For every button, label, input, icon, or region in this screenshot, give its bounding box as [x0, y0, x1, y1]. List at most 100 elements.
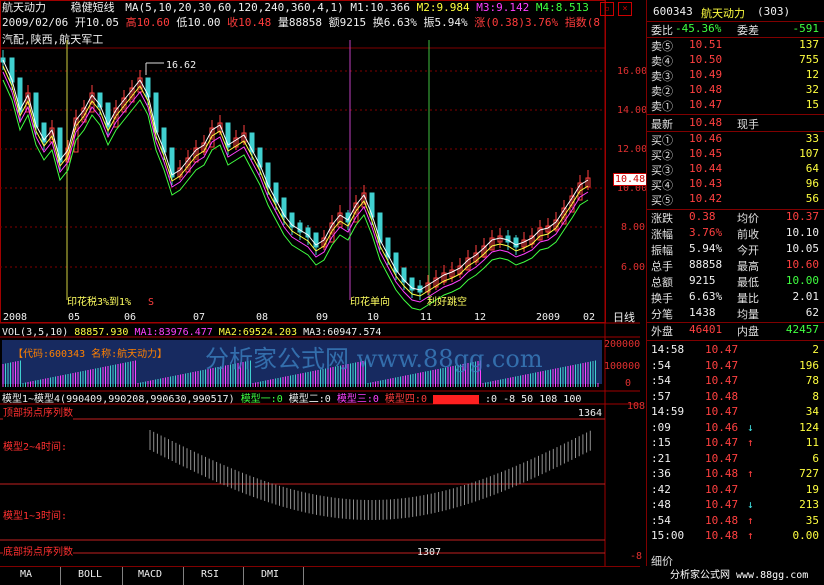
order-volume: 32 [805, 83, 819, 96]
model-title: 模型1~模型4(990409,990208,990630,990517) [2, 394, 235, 405]
tick-time: :36 [651, 467, 671, 480]
stat-label: 振幅 [651, 244, 673, 257]
latest-value: 10.48 [689, 116, 723, 129]
model-red-bar [433, 394, 479, 404]
quote-title-row: 600343 航天动力 (303) [649, 5, 823, 20]
bid-row[interactable]: 买① 10.46 33 [649, 132, 823, 147]
tick-volume: 727 [799, 467, 819, 480]
weicha-label: 委差 [737, 24, 759, 37]
candle-body [377, 212, 383, 243]
tick-price: 10.48 [705, 513, 739, 527]
price-y-label: 14.00 [617, 105, 648, 116]
vol-y-label: 100000 [604, 361, 641, 372]
order-volume: 56 [805, 192, 819, 205]
x-axis-label: 05 [68, 312, 81, 323]
x-axis-label: 08 [256, 312, 269, 323]
model-two: 模型二:0 [288, 394, 331, 405]
stat-label: 最高 [737, 260, 759, 273]
ask-row[interactable]: 卖④ 10.50 755 [649, 53, 823, 68]
chart-canvas[interactable] [0, 0, 640, 566]
tab-divider [243, 567, 244, 585]
inner-value: 42457 [785, 323, 819, 336]
order-label: 卖⑤ [651, 40, 673, 53]
bid-row[interactable]: 买② 10.45 107 [649, 147, 823, 162]
volume-value: 量88858 [277, 16, 322, 29]
tab-dmi[interactable]: DMI [250, 569, 290, 583]
candle-body [369, 192, 375, 218]
order-price: 10.51 [689, 38, 723, 51]
tab-boll[interactable]: BOLL [70, 569, 110, 583]
order-label: 卖② [651, 85, 673, 98]
turnover-value: 换6.63% [372, 16, 417, 29]
tick-price: 10.47 [705, 343, 739, 356]
divider [647, 114, 824, 115]
vol-title: VOL(3,5,10) [2, 327, 69, 338]
x-axis-label: 02 [583, 312, 596, 323]
ma-params: MA(5,10,20,30,60,120,240,360,4,1) [125, 1, 344, 14]
ask-row[interactable]: 卖⑤ 10.51 137 [649, 38, 823, 53]
stat-value: 9215 [689, 274, 716, 287]
brand-footer: 分析家公式网 www.88gg.com [646, 566, 824, 584]
order-label: 买② [651, 149, 673, 162]
stats-row: 分笔 1438 均量 62 [649, 306, 823, 321]
tab-rsi[interactable]: RSI [190, 569, 230, 583]
period-label[interactable]: 日线 [613, 311, 635, 324]
price-y-label: 8.00 [621, 222, 646, 233]
stat-label: 换手 [651, 292, 673, 305]
x-axis-label: 2008 [3, 312, 28, 323]
stat-value: 10.10 [785, 226, 819, 239]
chart-area[interactable]: 航天动力 稳健短线 MA(5,10,20,30,60,120,240,360,4… [0, 0, 648, 566]
bid-row[interactable]: 买③ 10.44 64 [649, 162, 823, 177]
model-value-top: 1364 [578, 408, 603, 419]
vol-ma1: MA1:83976.477 [134, 327, 213, 338]
order-volume: 15 [805, 98, 819, 111]
tick-row: :09 10.46 ↓ 124 [649, 421, 823, 436]
bid-row[interactable]: 买④ 10.43 96 [649, 177, 823, 192]
stat-value: 6.63% [689, 290, 723, 303]
tab-divider [183, 567, 184, 585]
tick-price: 10.47 [705, 451, 739, 465]
chart-grid [0, 0, 640, 566]
order-volume: 755 [799, 53, 819, 66]
model-label-2-4: 模型2~4时间: [3, 441, 68, 454]
tick-time: 14:58 [651, 343, 685, 356]
high-value: 高10.60 [125, 16, 170, 29]
indicator-name[interactable]: 稳健短线 [71, 1, 115, 14]
stock-name: 航天动力 [2, 1, 46, 14]
order-label: 买④ [651, 179, 673, 192]
tab-macd[interactable]: MACD [130, 569, 170, 583]
stats-row: 换手 6.63% 量比 2.01 [649, 290, 823, 305]
stat-value: 10.05 [785, 242, 819, 255]
close-value: 收10.48 [227, 16, 272, 29]
ask-row[interactable]: 卖② 10.48 32 [649, 83, 823, 98]
close-icon[interactable]: × [618, 2, 632, 16]
bid-row[interactable]: 买⑤ 10.42 56 [649, 192, 823, 207]
tick-arrow: ↑ [747, 529, 754, 542]
m1-value: M1:10.366 [350, 1, 411, 14]
x-axis-label: 06 [124, 312, 137, 323]
annotation-stamp-tax: 印花税3%到1% [67, 297, 132, 308]
model-one: 模型一:0 [240, 394, 283, 405]
stat-value: 10.60 [785, 258, 819, 271]
stats-row: 总额 9215 最低 10.00 [649, 274, 823, 289]
order-price: 10.44 [689, 162, 723, 175]
price-y-label: 12.00 [617, 144, 648, 155]
tick-time: :54 [651, 513, 671, 527]
m3-value: M3:9.142 [476, 1, 530, 14]
weibi-row: 委比 -45.36% 委差 -591 [649, 22, 823, 37]
expand-icon[interactable]: ▫ [600, 2, 614, 16]
tab-divider [60, 567, 61, 585]
indicator-tab-bar: MA BOLL MACD RSI DMI [0, 566, 640, 585]
ask-row[interactable]: 卖① 10.47 15 [649, 98, 823, 113]
tick-volume: 8 [812, 389, 819, 403]
stat-label: 涨幅 [651, 228, 673, 241]
tick-price: 10.48 [705, 529, 739, 542]
price-panel-border [0, 0, 606, 323]
stat-value: 5.94% [689, 242, 723, 255]
ask-row[interactable]: 卖③ 10.49 12 [649, 68, 823, 83]
tick-time: :54 [651, 374, 671, 387]
model-indicator [149, 430, 591, 520]
stat-value: 10.37 [785, 210, 819, 223]
tab-ma[interactable]: MA [6, 569, 46, 583]
order-label: 卖④ [651, 55, 673, 68]
